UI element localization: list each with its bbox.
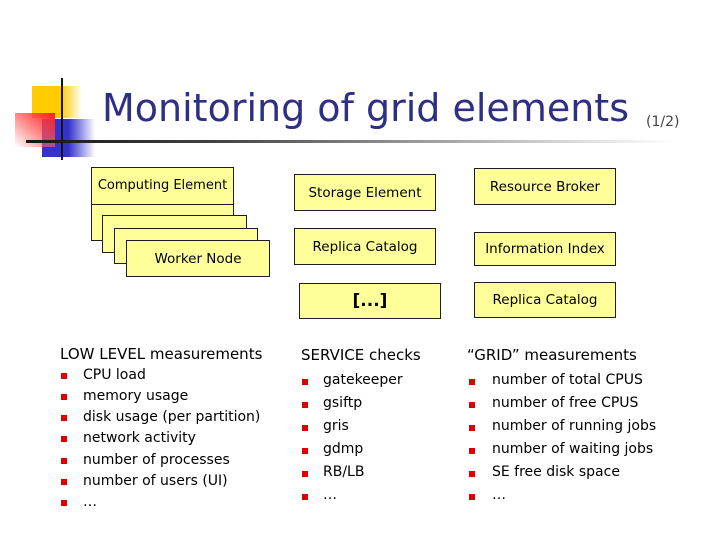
bullet-icon [61,436,67,443]
title-underline [26,140,676,143]
list-item-text: … [323,486,337,503]
more-elements-label: [...] [352,291,388,311]
list-item-text: network activity [83,430,196,447]
computing-element-label: Computing Element [97,178,228,193]
bullet-icon [302,447,308,454]
information-index-label: Information Index [485,241,605,257]
list-item-text: gatekeeper [323,371,403,388]
replica-catalog-box-right: Replica Catalog [474,282,616,318]
list-item-text: … [83,494,97,511]
bullet-icon [61,478,67,485]
resource-broker-box: Resource Broker [474,168,616,205]
page-indicator: (1/2) [646,114,680,130]
bullet-icon [302,424,308,431]
grid-measurements-heading: “GRID” measurements [467,346,637,364]
replica-catalog-box: Replica Catalog [294,228,436,265]
bullet-icon [61,457,67,464]
worker-node-box: Worker Node [126,240,270,277]
storage-element-box: Storage Element [294,174,436,211]
list-item-text: disk usage (per partition) [83,409,261,426]
information-index-box: Information Index [474,232,616,266]
page-title: Monitoring of grid elements [102,86,629,130]
more-elements-box: [...] [299,283,441,319]
bullet-icon [61,415,67,422]
computing-element-box: Computing Element [91,167,234,205]
list-item-text: gris [323,417,349,434]
bullet-icon [469,447,475,454]
bullet-icon [302,401,308,408]
list-item-text: number of running jobs [492,417,657,434]
bullet-icon [302,378,308,385]
list-item-text: … [492,486,506,503]
replica-catalog-label: Replica Catalog [312,238,418,255]
list-item-text: number of free CPUS [492,394,639,411]
low-level-heading: LOW LEVEL measurements [60,345,263,363]
service-checks-heading: SERVICE checks [301,346,421,364]
bullet-icon [469,378,475,385]
storage-element-label: Storage Element [308,184,422,201]
bullet-icon [469,401,475,408]
decor-vertical-line [61,78,63,160]
list-item-text: gsiftp [323,394,363,411]
bullet-icon [302,493,308,500]
bullet-icon [469,493,475,500]
bullet-icon [302,470,308,477]
list-item-text: SE free disk space [492,463,620,480]
replica-catalog-label: Replica Catalog [492,292,598,308]
bullet-icon [61,393,67,400]
list-item-text: memory usage [83,387,189,404]
bullet-icon [469,470,475,477]
bullet-icon [469,424,475,431]
list-item-text: RB/LB [323,463,365,480]
list-item-text: number of users (UI) [83,472,228,489]
resource-broker-label: Resource Broker [489,178,601,195]
list-item-text: number of waiting jobs [492,440,654,457]
list-item-text: number of processes [83,451,230,468]
list-item-text: number of total CPUS [492,371,643,388]
bullet-icon [61,372,67,379]
worker-node-label: Worker Node [154,250,242,267]
list-item-text: gdmp [323,440,364,457]
bullet-icon [61,500,67,507]
list-item-text: CPU load [83,366,146,383]
